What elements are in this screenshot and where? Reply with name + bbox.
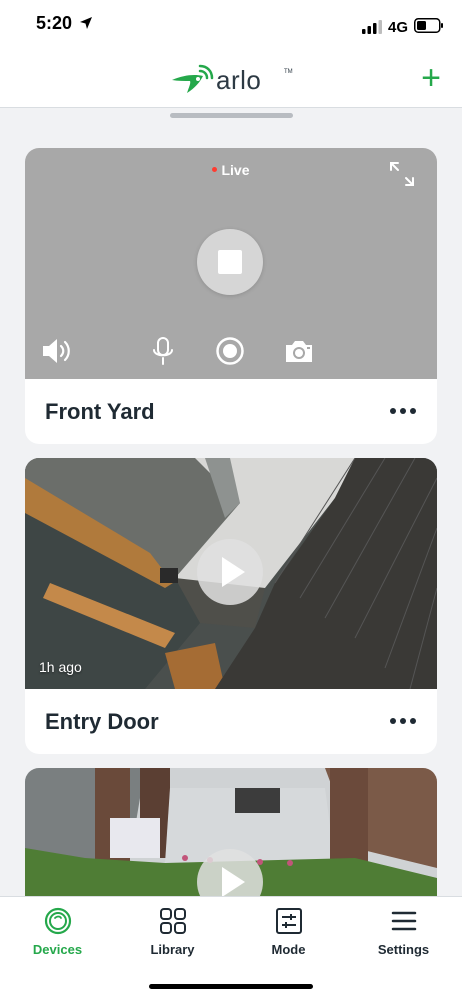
- mic-icon[interactable]: [151, 336, 175, 366]
- fullscreen-icon[interactable]: [389, 161, 415, 187]
- mode-icon: [276, 908, 302, 934]
- home-indicator: [149, 984, 313, 989]
- camera-name: Front Yard: [45, 399, 155, 424]
- snapshot-icon[interactable]: [283, 336, 315, 366]
- card-footer: Front Yard: [25, 379, 437, 444]
- play-icon: [222, 557, 245, 587]
- tab-mode[interactable]: Mode: [231, 897, 346, 967]
- pull-handle[interactable]: [170, 113, 293, 118]
- more-options-icon[interactable]: [389, 713, 417, 729]
- camera-thumbnail[interactable]: 1h ago: [25, 458, 437, 689]
- arlo-logo: arlo TM: [172, 64, 293, 95]
- play-button[interactable]: [197, 539, 263, 605]
- add-device-button[interactable]: +: [414, 61, 448, 96]
- tab-label: Devices: [32, 942, 83, 957]
- signal-icon: [362, 20, 382, 34]
- tab-label: Settings: [377, 942, 430, 957]
- svg-text:arlo: arlo: [216, 65, 261, 95]
- tab-library[interactable]: Library: [115, 897, 230, 967]
- record-icon[interactable]: [215, 336, 245, 366]
- tab-label: Library: [150, 942, 195, 957]
- stop-button[interactable]: [197, 229, 263, 295]
- library-icon: [160, 908, 186, 934]
- last-activity-time: 1h ago: [39, 659, 82, 675]
- camera-card-backyard: [25, 768, 437, 896]
- location-arrow-icon: [80, 17, 92, 29]
- status-time: 5:20: [36, 13, 73, 33]
- card-footer: Entry Door: [25, 689, 437, 754]
- camera-thumbnail[interactable]: [25, 768, 437, 896]
- more-options-icon[interactable]: [389, 403, 417, 419]
- live-dot-icon: [212, 166, 218, 172]
- devices-icon: [44, 907, 72, 935]
- tab-devices[interactable]: Devices: [0, 897, 115, 967]
- status-bar: 5:20 4G: [0, 0, 462, 50]
- camera-card-front-yard: Live Front Yard: [25, 148, 437, 444]
- live-label: Live: [221, 162, 250, 178]
- svg-text:TM: TM: [284, 69, 293, 75]
- battery-icon: [414, 18, 443, 33]
- camera-card-entry-door: 1h ago Entry Door: [25, 458, 437, 754]
- network-type: 4G: [388, 19, 409, 36]
- menu-icon: [391, 911, 417, 931]
- stop-icon: [218, 250, 242, 274]
- speaker-icon[interactable]: [41, 336, 75, 366]
- live-view[interactable]: Live: [25, 148, 437, 379]
- app-header: arlo TM +: [0, 50, 462, 108]
- tab-label: Mode: [271, 942, 306, 957]
- live-indicator: Live: [25, 162, 437, 178]
- play-icon: [222, 867, 245, 896]
- tab-settings[interactable]: Settings: [346, 897, 461, 967]
- play-button[interactable]: [197, 849, 263, 896]
- camera-name: Entry Door: [45, 709, 159, 734]
